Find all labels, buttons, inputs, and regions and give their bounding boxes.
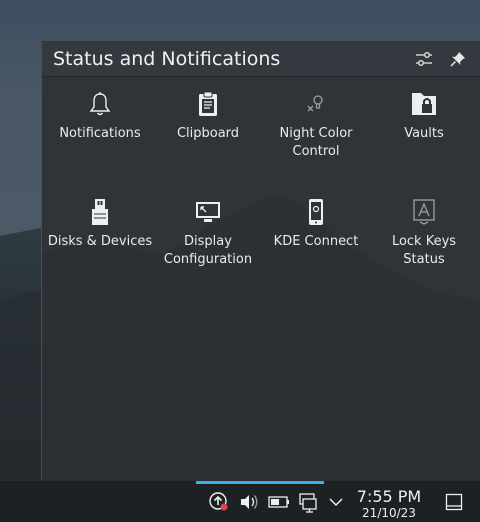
applet-kde-connect[interactable]: KDE Connect	[262, 197, 370, 251]
clock-date: 21/10/23	[362, 506, 416, 520]
show-desktop-button[interactable]	[441, 490, 467, 514]
applet-label: Night Color Control	[279, 126, 353, 159]
network-icon	[299, 493, 317, 513]
applet-disks-devices[interactable]: Disks & Devices	[46, 197, 154, 251]
applet-label: Display Configuration	[163, 234, 253, 267]
volume-icon	[241, 495, 258, 509]
digital-clock[interactable]: 7:55 PM 21/10/23	[356, 487, 422, 521]
active-popup-indicator	[196, 481, 324, 484]
display-icon	[196, 202, 220, 222]
applet-display-configuration[interactable]: Display Configuration	[154, 197, 262, 269]
applet-label: Notifications	[59, 126, 141, 141]
updates-icon	[209, 492, 228, 511]
applet-lock-keys[interactable]: Lock Keys Status	[370, 197, 478, 269]
status-notifications-popup: Status and Notifications Notifications C…	[41, 40, 480, 481]
applet-label: Disks & Devices	[47, 234, 153, 249]
chevron-down-icon	[329, 498, 343, 507]
applet-label: Clipboard	[176, 126, 240, 141]
applet-label: Lock Keys Status	[391, 234, 457, 267]
tray-battery[interactable]	[266, 490, 292, 514]
vault-lock-icon	[412, 93, 436, 115]
tray-volume[interactable]	[236, 490, 262, 514]
usb-drive-icon	[92, 199, 108, 225]
tray-updates[interactable]	[206, 490, 232, 514]
clock-time: 7:55 PM	[356, 487, 422, 506]
phone-icon	[309, 199, 323, 225]
night-color-icon	[307, 95, 323, 112]
bell-icon	[89, 92, 111, 116]
battery-icon	[268, 496, 289, 508]
taskbar-panel: 7:55 PM 21/10/23	[0, 480, 480, 522]
applet-vaults[interactable]: Vaults	[370, 89, 478, 143]
applet-label: Vaults	[404, 126, 444, 141]
applet-night-color[interactable]: Night Color Control	[262, 89, 370, 161]
tray-network[interactable]	[296, 490, 322, 514]
clipboard-icon	[199, 91, 217, 116]
applet-clipboard[interactable]: Clipboard	[154, 89, 262, 143]
applet-label: KDE Connect	[273, 234, 359, 249]
applet-notifications[interactable]: Notifications	[46, 89, 154, 143]
tray-expander[interactable]	[323, 490, 349, 514]
show-desktop-icon	[445, 493, 463, 511]
caps-lock-icon	[413, 199, 435, 225]
